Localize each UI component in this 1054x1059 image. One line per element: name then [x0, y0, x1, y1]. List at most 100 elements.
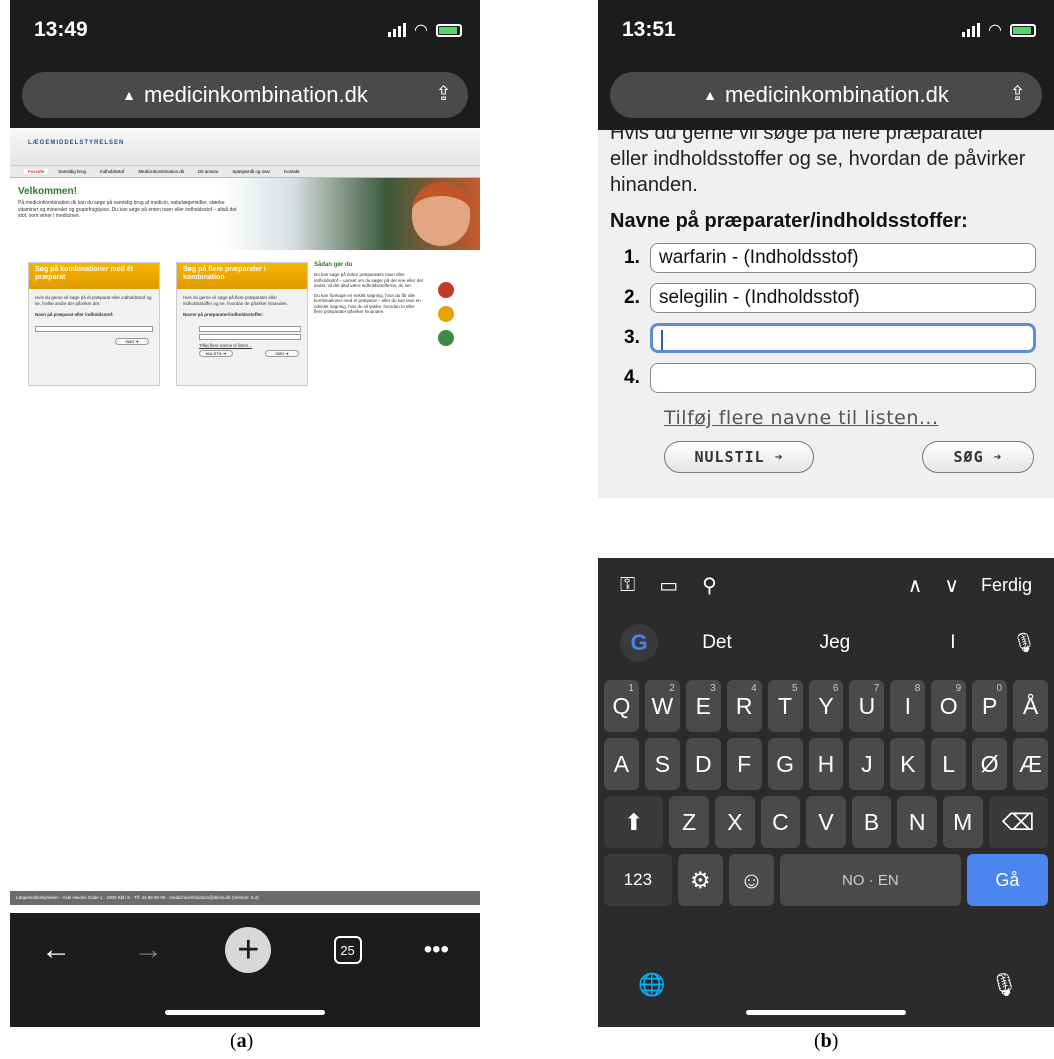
- numbers-key[interactable]: 123: [604, 854, 672, 906]
- multi-search-label: Navne på præparater/indholdsstoffer:: [183, 312, 264, 317]
- address-bar[interactable]: ▲ medicinkombination.dk ⇪: [610, 72, 1042, 118]
- key-d[interactable]: D: [685, 738, 721, 790]
- name-input-3-focused[interactable]: [650, 323, 1036, 353]
- key-i[interactable]: I8: [890, 680, 926, 732]
- hero-photo: [412, 182, 470, 246]
- key-e[interactable]: E3: [685, 680, 721, 732]
- share-icon[interactable]: ⇪: [435, 81, 452, 106]
- name-row-2: 2. selegilin - (Indholdsstof): [610, 283, 1042, 313]
- go-key[interactable]: Gå: [966, 854, 1048, 906]
- row-number: 2.: [624, 287, 640, 308]
- add-names-link[interactable]: Tilføj flere navne til listen...: [177, 342, 307, 351]
- nav-item-forside[interactable]: Forside: [24, 169, 49, 174]
- key-x[interactable]: X: [715, 796, 755, 848]
- key-q[interactable]: Q1: [604, 680, 639, 732]
- shift-key-icon[interactable]: ⬆: [604, 796, 664, 848]
- nav-item-kontakt[interactable]: Kontakt: [280, 169, 303, 174]
- multi-search-input-1[interactable]: [199, 325, 301, 332]
- chevron-up-icon[interactable]: ∧: [908, 573, 923, 598]
- phone-screenshot-b: 13:51 ◠ ▲ medicinkombination.dk ⇪ Hvis d…: [598, 0, 1054, 1027]
- key-k[interactable]: K: [890, 738, 926, 790]
- microphone-icon[interactable]: 🎙: [1012, 631, 1036, 655]
- key-u[interactable]: U7: [849, 680, 885, 732]
- row-number: 3.: [624, 327, 640, 348]
- suggestion-2[interactable]: Jeg: [776, 632, 894, 654]
- hero-banner: Velkommen! På medicinkombination.dk kan …: [10, 178, 480, 250]
- nav-item-indholdsstof[interactable]: Indholdsstof: [96, 169, 128, 174]
- status-icons: ◠: [388, 20, 462, 40]
- tab-count-button[interactable]: 25: [333, 936, 362, 964]
- welcome-text: På medicinkombination.dk kan du søge på …: [18, 200, 237, 219]
- key-o[interactable]: O9: [931, 680, 967, 732]
- key-z[interactable]: Z: [669, 796, 709, 848]
- key-v[interactable]: V: [806, 796, 846, 848]
- name-input-4[interactable]: [650, 363, 1036, 393]
- key-a[interactable]: A: [604, 738, 639, 790]
- new-tab-plus-icon[interactable]: +: [225, 927, 272, 973]
- nav-item-spoergsmaal[interactable]: Spørgsmål og svar: [228, 169, 274, 174]
- cutoff-text: Hvis du gerne vil søge på flere præparat…: [610, 130, 985, 144]
- keyboard-bottom-bar: 🌐 🎙: [598, 962, 1054, 1027]
- key-n[interactable]: N: [897, 796, 937, 848]
- chevron-down-icon[interactable]: ∨: [944, 573, 959, 598]
- name-input-2[interactable]: selegilin - (Indholdsstof): [650, 283, 1036, 313]
- google-icon[interactable]: G: [620, 624, 658, 662]
- single-search-title: Søg på kombinationer med ét præparat: [29, 263, 159, 289]
- search-boxes: Søg på kombinationer med ét præparat Hvi…: [10, 250, 480, 390]
- emoji-icon[interactable]: ☺: [728, 854, 775, 906]
- settings-gear-icon[interactable]: ⚙: [677, 854, 723, 906]
- keyboard: G Det Jeg I 🎙 Q1W2E3R4T5Y6U7I8O9P0Å ASDF…: [598, 612, 1054, 962]
- key-h[interactable]: H: [808, 738, 844, 790]
- back-arrow-icon[interactable]: ←: [41, 933, 71, 967]
- nav-item-samtidig-brug[interactable]: Samtidig brug: [54, 169, 90, 174]
- add-names-link[interactable]: Tilføj flere navne til listen...: [664, 407, 1042, 429]
- key-f[interactable]: F: [726, 738, 762, 790]
- card-icon[interactable]: ▭: [659, 573, 678, 598]
- key-s[interactable]: S: [644, 738, 680, 790]
- done-button[interactable]: Ferdig: [981, 575, 1032, 596]
- name-row-3: 3.: [610, 323, 1042, 353]
- site-logo[interactable]: LÆGEMIDDELSTYRELSEN: [28, 140, 124, 146]
- forward-arrow-icon[interactable]: →: [133, 933, 163, 967]
- globe-icon[interactable]: 🌐: [638, 972, 665, 998]
- key-b[interactable]: B: [851, 796, 892, 848]
- more-dots-icon[interactable]: •••: [424, 936, 449, 964]
- suggestion-3[interactable]: I: [894, 632, 1012, 654]
- signal-icon: [388, 23, 407, 37]
- key-t[interactable]: T5: [767, 680, 803, 732]
- key-w[interactable]: W2: [644, 680, 680, 732]
- key-y[interactable]: Y6: [808, 680, 844, 732]
- key-p[interactable]: P0: [972, 680, 1008, 732]
- search-button[interactable]: SØG ➔: [922, 441, 1034, 473]
- intro-text: eller indholdsstoffer og se, hvordan de …: [610, 148, 1026, 196]
- location-pin-icon[interactable]: ⚲: [702, 573, 717, 598]
- multi-search-button[interactable]: SØG ➔: [265, 350, 299, 357]
- key-l[interactable]: L: [931, 738, 967, 790]
- microphone-icon[interactable]: 🎙: [990, 972, 1018, 998]
- single-search-label: Navn på præparat eller indholdsstof:: [35, 312, 114, 317]
- key-icon[interactable]: ⚿: [620, 574, 635, 597]
- single-search-input[interactable]: [35, 325, 153, 332]
- reset-button[interactable]: NULSTIL ➔: [199, 350, 233, 357]
- multi-search-box: Søg på flere præparater i kombination Hv…: [176, 262, 308, 386]
- address-bar[interactable]: ▲ medicinkombination.dk ⇪: [22, 72, 468, 118]
- key-r[interactable]: R4: [726, 680, 762, 732]
- keyboard-row-1: Q1W2E3R4T5Y6U7I8O9P0Å: [598, 680, 1054, 732]
- key-j[interactable]: J: [849, 738, 885, 790]
- reset-button[interactable]: NULSTIL ➔: [664, 441, 814, 473]
- single-search-button[interactable]: SØG ➔: [115, 337, 149, 345]
- key-g[interactable]: G: [767, 738, 803, 790]
- suggestion-1[interactable]: Det: [658, 632, 776, 654]
- name-input-1[interactable]: warfarin - (Indholdsstof): [650, 243, 1036, 273]
- key-æ[interactable]: Æ: [1013, 738, 1048, 790]
- space-key[interactable]: NO · EN: [780, 854, 961, 906]
- nav-item-dit-ansvar[interactable]: Dit ansvar: [194, 169, 222, 174]
- multi-search-input-2[interactable]: [199, 333, 301, 340]
- key-å[interactable]: Å: [1013, 680, 1048, 732]
- share-icon[interactable]: ⇪: [1009, 81, 1026, 106]
- nav-item-medicinkombination[interactable]: Medicinkombination.dk: [134, 169, 188, 174]
- backspace-key-icon[interactable]: ⌫: [988, 796, 1048, 848]
- key-c[interactable]: C: [760, 796, 801, 848]
- key-m[interactable]: M: [942, 796, 983, 848]
- key-ø[interactable]: Ø: [972, 738, 1008, 790]
